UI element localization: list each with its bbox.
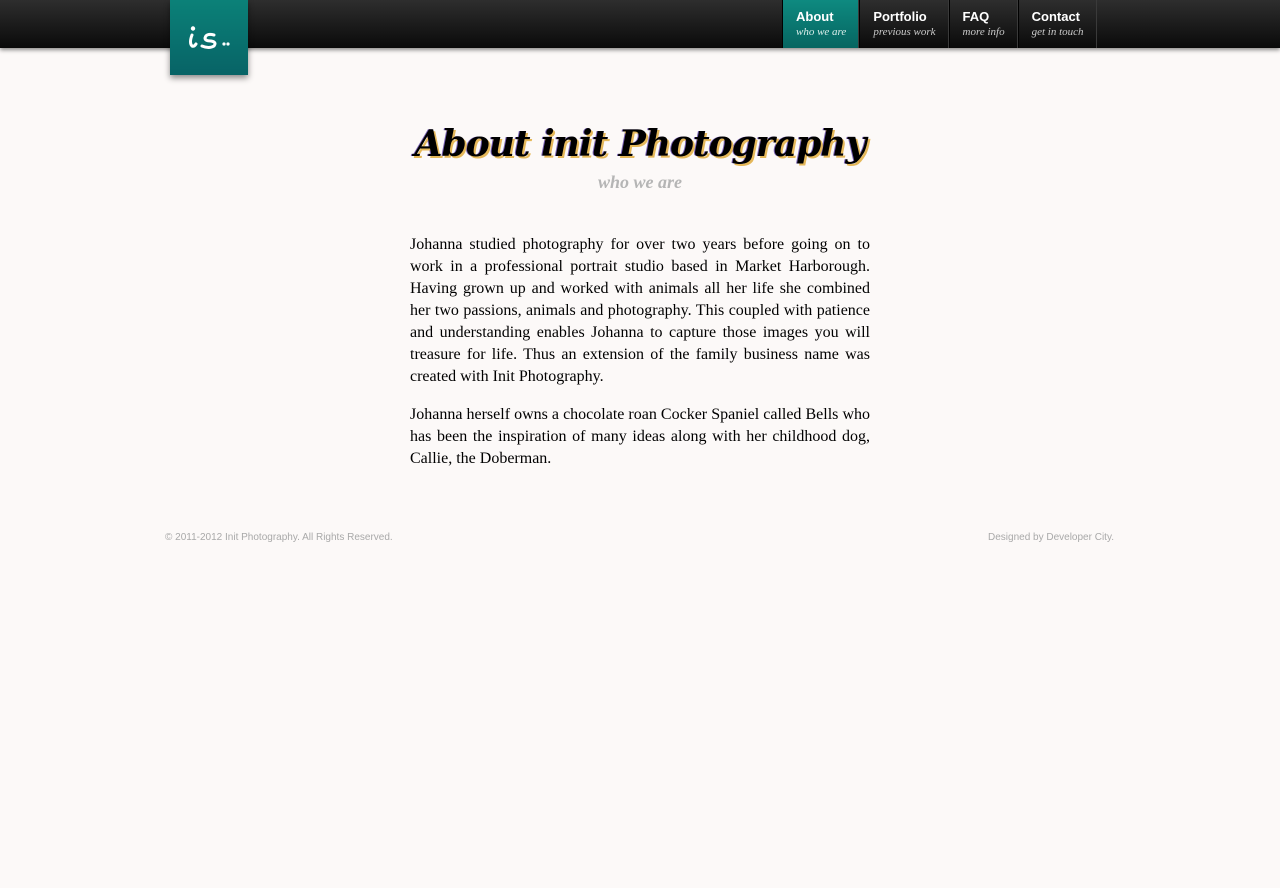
nav-sublabel: previous work — [873, 26, 936, 38]
nav-item-faq[interactable]: FAQ more info — [948, 0, 1018, 48]
about-paragraph: Johanna herself owns a chocolate roan Co… — [410, 406, 870, 467]
page-subtitle: who we are — [597, 172, 682, 192]
nav-label: Portfolio — [873, 9, 927, 24]
nav-sublabel: get in touch — [1031, 26, 1084, 38]
nav-item-portfolio[interactable]: Portfolio previous work — [859, 0, 949, 48]
nav-sublabel: more info — [962, 26, 1005, 38]
about-paragraph: Johanna studied photography for over two… — [410, 236, 870, 385]
nav-sublabel: who we are — [796, 26, 847, 38]
nav-label: Contact — [1031, 9, 1080, 24]
logo-icon — [189, 26, 230, 49]
site-logo[interactable] — [170, 0, 248, 75]
footer-credit: Designed by Developer City. — [988, 532, 1114, 543]
nav-label: FAQ — [962, 9, 990, 24]
nav-item-about[interactable]: About who we are — [782, 0, 860, 48]
about-content: Johanna studied photography for over two… — [410, 234, 870, 486]
main-nav: About who we are Portfolio previous work… — [782, 0, 1097, 48]
page-title: About init Photography — [414, 123, 867, 165]
nav-item-contact[interactable]: Contact get in touch — [1017, 0, 1097, 48]
nav-label: About — [796, 9, 834, 24]
footer-copyright: © 2011-2012 Init Photography. All Rights… — [165, 532, 393, 543]
